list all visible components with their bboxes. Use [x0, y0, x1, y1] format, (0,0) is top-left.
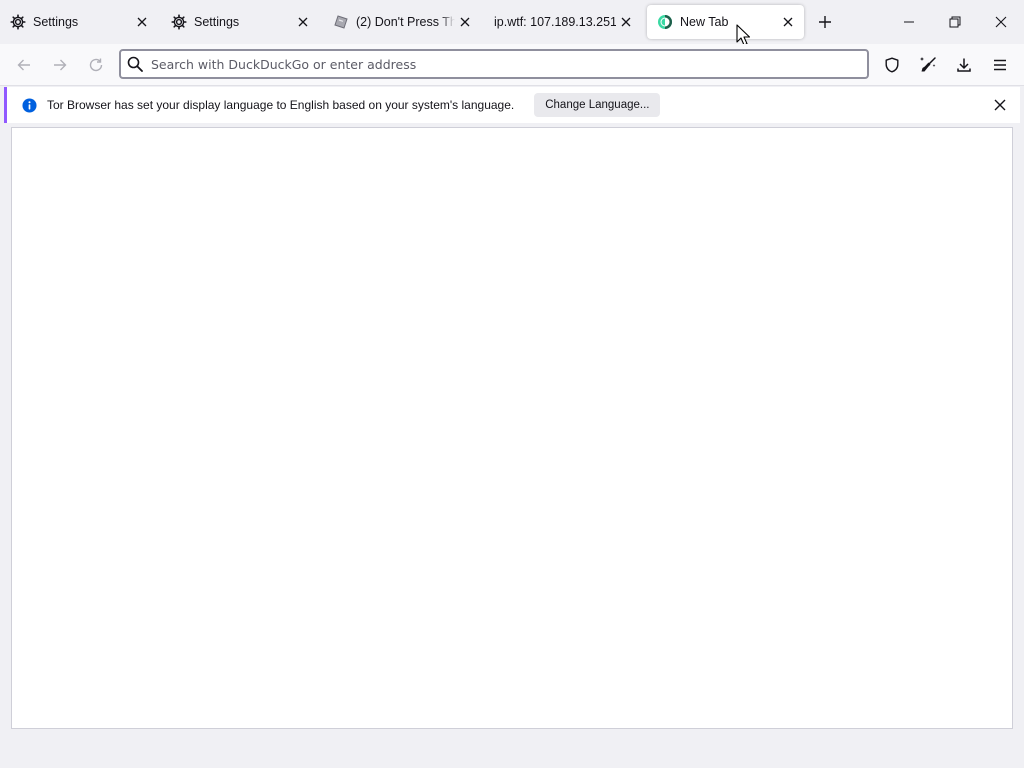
new-identity-broom-icon	[920, 57, 936, 72]
tab-settings-2[interactable]: Settings	[161, 5, 319, 39]
close-tab-icon[interactable]	[778, 12, 798, 32]
gear-icon	[170, 13, 188, 31]
tab-title: ip.wtf: 107.189.13.251	[494, 15, 616, 29]
tab-title: Settings	[194, 15, 240, 29]
restore-icon	[949, 16, 961, 28]
tab-dont-press-the-button[interactable]: (2) Don't Press The Button	[323, 5, 481, 39]
tab-ip-wtf[interactable]: ip.wtf: 107.189.13.251	[484, 5, 642, 39]
restore-button[interactable]	[932, 0, 978, 44]
navigation-toolbar	[0, 44, 1024, 86]
reload-icon	[89, 58, 103, 72]
download-icon	[957, 58, 971, 72]
shield-icon	[885, 57, 899, 73]
close-tab-icon[interactable]	[293, 12, 313, 32]
back-arrow-icon	[17, 59, 30, 71]
minimize-button[interactable]	[886, 0, 932, 44]
forward-arrow-icon	[54, 59, 67, 71]
gear-icon	[9, 13, 27, 31]
tab-settings-1[interactable]: Settings	[0, 5, 158, 39]
forward-button[interactable]	[46, 51, 74, 79]
change-language-button[interactable]: Change Language...	[534, 93, 661, 117]
minimize-icon	[904, 21, 914, 23]
info-icon	[22, 97, 37, 113]
plus-icon	[819, 16, 831, 28]
reload-button[interactable]	[82, 51, 110, 79]
notification-message: Tor Browser has set your display languag…	[47, 98, 515, 112]
downloads-button[interactable]	[950, 51, 978, 79]
tab-title: Settings	[33, 15, 79, 29]
page-content-area	[11, 127, 1013, 729]
security-level-button[interactable]	[878, 51, 906, 79]
tor-icon	[656, 13, 674, 31]
search-input[interactable]	[151, 56, 831, 72]
back-button[interactable]	[10, 51, 38, 79]
tab-strip: Settings Settings (2) Don't Press The Bu…	[0, 0, 1024, 46]
close-tab-icon[interactable]	[616, 12, 636, 32]
new-identity-button[interactable]	[914, 51, 942, 79]
mouse-cursor-icon	[736, 24, 751, 46]
language-notification-bar: Tor Browser has set your display languag…	[4, 87, 1020, 123]
tab-title: New Tab	[680, 15, 729, 29]
tab-title: (2) Don't Press The Button	[356, 15, 455, 29]
close-icon	[995, 16, 1007, 28]
close-notification-button[interactable]	[990, 95, 1010, 115]
app-menu-button[interactable]	[986, 51, 1014, 79]
new-tab-button[interactable]	[813, 10, 837, 34]
tab-new-tab[interactable]: New Tab	[647, 5, 804, 39]
close-window-button[interactable]	[978, 0, 1024, 44]
close-tab-icon[interactable]	[455, 12, 475, 32]
search-icon	[127, 56, 143, 72]
close-tab-icon[interactable]	[132, 12, 152, 32]
page-favicon-icon	[332, 13, 350, 31]
address-bar[interactable]	[119, 49, 869, 79]
close-icon	[994, 99, 1006, 111]
hamburger-menu-icon	[994, 59, 1006, 71]
